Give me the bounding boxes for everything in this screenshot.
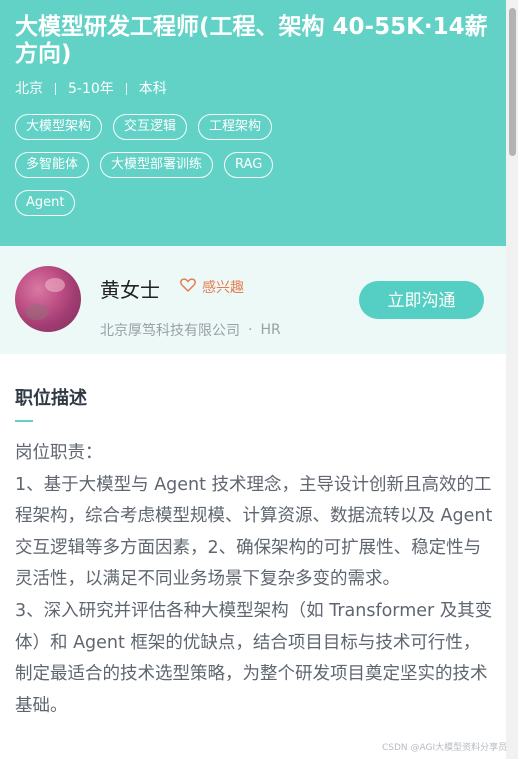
tag-item[interactable]: RAG	[224, 152, 274, 178]
company-name: 北京厚笃科技有限公司	[100, 323, 240, 339]
meta-divider	[55, 83, 56, 95]
tag-item[interactable]: 大模型部署训练	[100, 152, 214, 178]
recruiter-company-line: 北京厚笃科技有限公司 · HR	[100, 320, 281, 340]
contact-now-button[interactable]: 立即沟通	[359, 281, 484, 319]
job-description: 岗位职责： 1、基于大模型与 Agent 技术理念，主导设计创新且高效的工程架构…	[15, 438, 495, 722]
page-scrollbar[interactable]	[506, 0, 518, 759]
description-paragraph: 岗位职责：	[15, 443, 103, 463]
job-tags: 大模型架构 交互逻辑 工程架构 多智能体 大模型部署训练 RAG Agent	[15, 114, 495, 228]
scrollbar-thumb[interactable]	[509, 8, 516, 156]
tag-item[interactable]: 多智能体	[15, 152, 90, 178]
job-city: 北京	[15, 81, 43, 97]
tag-item[interactable]: 工程架构	[198, 114, 273, 140]
job-meta: 北京 5-10年 本科	[15, 80, 167, 98]
heart-icon	[180, 278, 196, 296]
watermark: CSDN @AGI大模型资料分享员	[382, 743, 508, 753]
avatar-shadow	[25, 304, 49, 320]
job-experience: 5-10年	[68, 81, 114, 97]
job-education: 本科	[138, 81, 167, 97]
interest-label: 感兴趣	[202, 280, 244, 296]
meta-divider	[125, 83, 127, 95]
interest-button[interactable]: 感兴趣	[180, 277, 244, 297]
job-detail-page: 大模型研发工程师(工程、架构 40-55K·14薪方向) 北京 5-10年 本科…	[0, 0, 518, 759]
separator-dot: ·	[248, 322, 253, 338]
description-paragraph: 3、深入研究并评估各种大模型架构（如 Transformer 及其变体）和 Ag…	[15, 600, 493, 716]
section-title: 职位描述	[15, 388, 87, 409]
avatar[interactable]	[15, 266, 81, 332]
recruiter-name: 黄女士	[100, 278, 160, 302]
description-paragraph: 1、基于大模型与 Agent 技术理念，主导设计创新且高效的工程架构，综合考虑模…	[15, 474, 493, 590]
recruiter-role: HR	[260, 322, 281, 338]
tag-row: 多智能体 大模型部署训练 RAG	[15, 152, 495, 178]
job-header: 大模型研发工程师(工程、架构 40-55K·14薪方向) 北京 5-10年 本科…	[0, 0, 506, 246]
tag-row: 大模型架构 交互逻辑 工程架构	[15, 114, 495, 140]
tag-item[interactable]: 大模型架构	[15, 114, 103, 140]
job-title: 大模型研发工程师(工程、架构 40-55K·14薪方向)	[15, 14, 488, 67]
section-title-underline	[15, 420, 33, 422]
tag-item[interactable]: Agent	[15, 190, 76, 216]
avatar-highlight	[45, 278, 65, 292]
tag-row: Agent	[15, 190, 495, 216]
tag-item[interactable]: 交互逻辑	[113, 114, 188, 140]
